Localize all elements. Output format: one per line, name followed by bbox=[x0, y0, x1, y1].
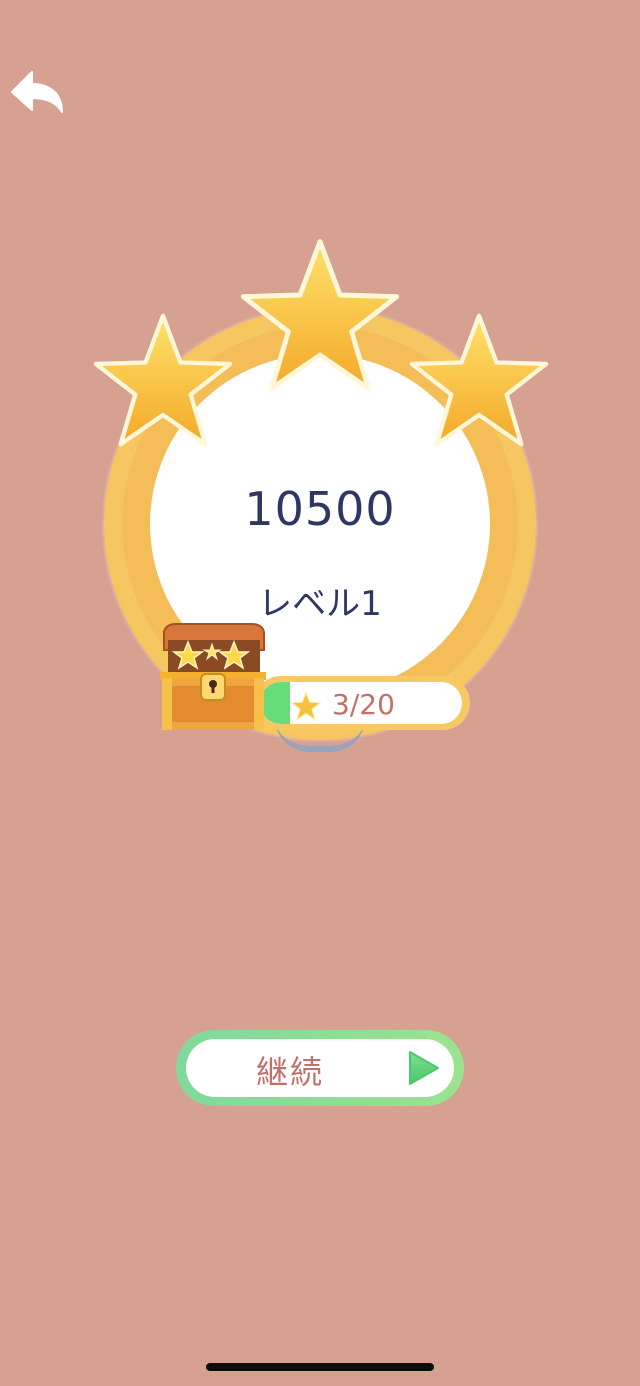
star-icon bbox=[290, 690, 322, 722]
continue-button[interactable]: 継続 bbox=[176, 1030, 464, 1106]
progress-count: 3/20 bbox=[332, 688, 395, 721]
undo-arrow-icon bbox=[8, 66, 68, 122]
play-icon bbox=[406, 1048, 442, 1088]
star-progress-bar: 3/20 bbox=[254, 676, 470, 730]
score-value: 10500 bbox=[244, 482, 396, 536]
star-icon bbox=[406, 310, 552, 450]
star-icon bbox=[90, 310, 236, 450]
continue-label: 継続 bbox=[256, 1053, 325, 1091]
home-indicator[interactable] bbox=[206, 1363, 434, 1371]
level-label: レベル1 bbox=[258, 584, 382, 624]
star-icon bbox=[235, 235, 405, 395]
treasure-chest-icon[interactable] bbox=[156, 620, 270, 734]
back-button[interactable] bbox=[8, 66, 68, 122]
